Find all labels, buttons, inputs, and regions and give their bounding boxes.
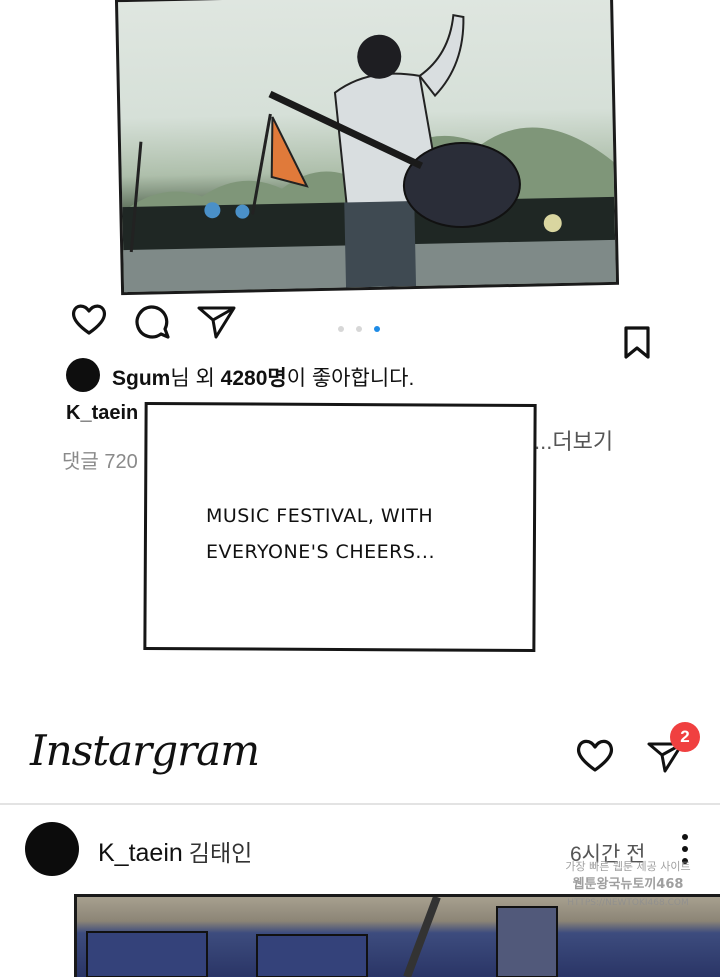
comment-icon[interactable] <box>133 304 171 344</box>
liker-avatar[interactable] <box>66 358 100 392</box>
heart-icon[interactable] <box>70 302 108 340</box>
activity-heart-icon[interactable] <box>575 737 615 777</box>
author-display-name: 김태인 <box>188 840 253 866</box>
carousel-dot <box>338 326 344 332</box>
likes-count: 4280명 <box>220 367 287 390</box>
post-author[interactable]: K_taein 김태인 <box>98 834 252 868</box>
divider <box>0 803 720 805</box>
likes-text[interactable]: Sgum님 외 4280명이 좋아합니다. <box>112 362 414 392</box>
app-logo: Instargram <box>30 726 260 775</box>
narration-text: Music festival, with everyone's cheers..… <box>206 498 506 570</box>
watermark-line: 웹툰왕국뉴토끼468 <box>572 877 684 892</box>
carousel-dot <box>356 326 362 332</box>
caption-username[interactable]: K_taein <box>66 402 138 425</box>
dm-count-badge: 2 <box>670 722 700 752</box>
watermark-line: HTTPS://NEWTOKI468.COM <box>567 898 689 908</box>
carousel-dot-active <box>374 326 380 332</box>
narration-line: everyone's cheers... <box>206 541 436 563</box>
send-icon[interactable] <box>196 304 238 344</box>
more-link[interactable]: ...더보기 <box>534 424 613 456</box>
likes-suffix: 이 좋아합니다. <box>286 367 415 390</box>
comments-count[interactable]: 댓글 720 <box>62 445 138 474</box>
narration-line: Music festival, with <box>206 505 434 527</box>
post-image-top <box>114 0 620 296</box>
watermark: 가장 빠른 웹툰 제공 사이트 웹툰왕국뉴토끼468 HTTPS://NEWTO… <box>548 858 708 912</box>
likes-connector: 님 외 <box>170 367 221 390</box>
bookmark-icon[interactable] <box>623 325 651 365</box>
liker-username[interactable]: Sgum <box>112 367 170 390</box>
author-avatar[interactable] <box>25 822 79 876</box>
carousel-indicator <box>338 326 380 332</box>
watermark-line: 가장 빠른 웹툰 제공 사이트 <box>565 860 691 873</box>
author-username[interactable]: K_taein <box>98 839 183 867</box>
concert-illustration <box>122 13 616 293</box>
